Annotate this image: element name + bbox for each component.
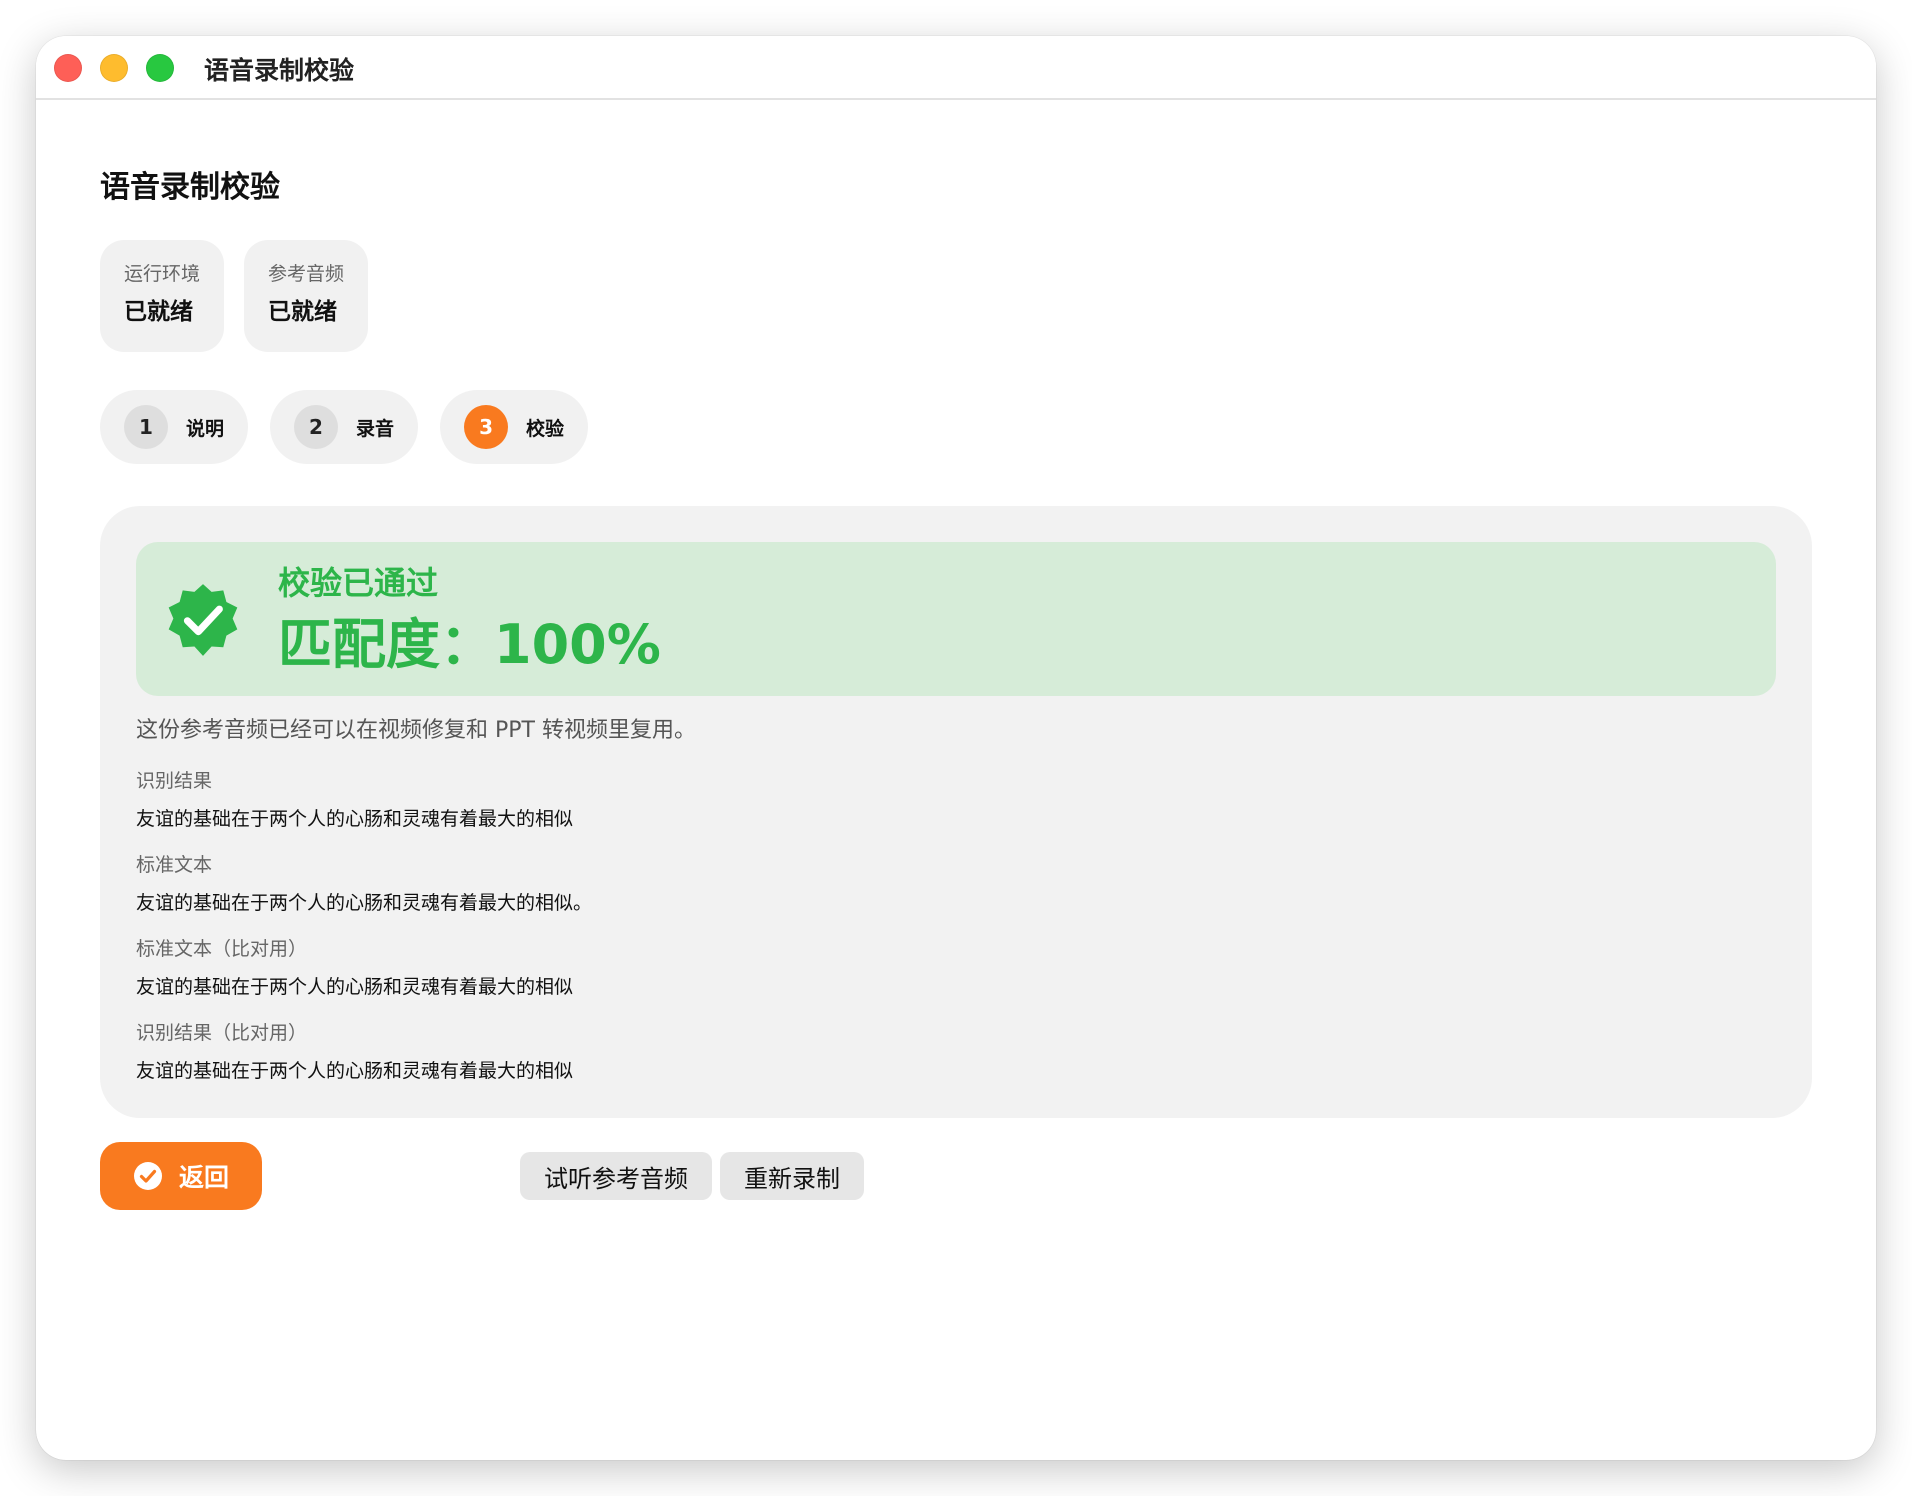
field-value: 友谊的基础在于两个人的心肠和灵魂有着最大的相似。: [136, 892, 593, 914]
field-value: 友谊的基础在于两个人的心肠和灵魂有着最大的相似: [136, 1060, 574, 1082]
step-label: 校验: [526, 417, 565, 440]
step-number: 3: [464, 405, 509, 449]
field-value: 友谊的基础在于两个人的心肠和灵魂有着最大的相似: [136, 808, 574, 830]
back-button-label: 返回: [178, 1163, 229, 1192]
stepper: 1 说明 2 录音 3 校验: [100, 390, 589, 464]
minimize-window-button[interactable]: [100, 54, 128, 82]
step-label: 录音: [356, 417, 395, 440]
step-recording[interactable]: 2 录音: [270, 390, 419, 464]
close-window-button[interactable]: [54, 54, 82, 82]
verification-status: 校验已通过: [278, 564, 439, 602]
window-title: 语音录制校验: [204, 56, 355, 85]
status-value: 已就绪: [268, 299, 338, 325]
status-label: 参考音频: [268, 263, 345, 285]
field-standard-text: 标准文本 友谊的基础在于两个人的心肠和灵魂有着最大的相似。: [136, 852, 592, 916]
step-number: 1: [124, 405, 168, 449]
match-score: 匹配度：100%: [278, 613, 661, 676]
status-value: 已就绪: [124, 299, 193, 325]
field-label: 标准文本（比对用）: [136, 938, 308, 960]
reuse-note: 这份参考音频已经可以在视频修复和 PPT 转视频里复用。: [136, 718, 696, 743]
zoom-window-button[interactable]: [146, 54, 174, 82]
check-circle-icon: [133, 1162, 162, 1190]
field-label: 识别结果（比对用）: [136, 1022, 308, 1044]
field-label: 识别结果: [136, 770, 213, 792]
title-bar: 语音录制校验: [36, 36, 1876, 100]
status-card-reference-audio: 参考音频 已就绪: [244, 240, 369, 352]
field-recognition-result: 识别结果 友谊的基础在于两个人的心肠和灵魂有着最大的相似: [136, 768, 573, 832]
field-value: 友谊的基础在于两个人的心肠和灵魂有着最大的相似: [136, 976, 574, 998]
step-label: 说明: [186, 417, 225, 440]
page-title: 语音录制校验: [100, 170, 280, 205]
step-number: 2: [294, 405, 339, 449]
success-banner: 校验已通过 匹配度：100%: [136, 542, 1776, 696]
status-cards: 运行环境 已就绪 参考音频 已就绪: [100, 240, 369, 352]
status-label: 运行环境: [124, 263, 201, 285]
field-label: 标准文本: [136, 854, 213, 876]
preview-reference-audio-button[interactable]: 试听参考音频: [520, 1152, 712, 1200]
field-standard-text-compare: 标准文本（比对用） 友谊的基础在于两个人的心肠和灵魂有着最大的相似: [136, 936, 573, 1000]
status-card-runtime: 运行环境 已就绪: [100, 240, 225, 352]
rerecord-button[interactable]: 重新录制: [720, 1152, 864, 1200]
verified-badge-icon: [168, 584, 238, 656]
result-panel: 校验已通过 匹配度：100% 这份参考音频已经可以在视频修复和 PPT 转视频里…: [100, 506, 1812, 1118]
main-content: 语音录制校验 运行环境 已就绪 参考音频 已就绪 1 说明 2 录音 3 校验: [100, 166, 1812, 1210]
action-bar: 返回 试听参考音频 重新录制: [100, 1142, 1812, 1212]
step-instructions[interactable]: 1 说明: [100, 390, 249, 464]
back-button[interactable]: 返回: [100, 1142, 262, 1210]
app-window: 语音录制校验 语音录制校验 运行环境 已就绪 参考音频 已就绪 1 说明 2 录…: [36, 36, 1876, 1460]
step-verification[interactable]: 3 校验: [440, 390, 589, 464]
field-recognition-result-compare: 识别结果（比对用） 友谊的基础在于两个人的心肠和灵魂有着最大的相似: [136, 1020, 573, 1084]
